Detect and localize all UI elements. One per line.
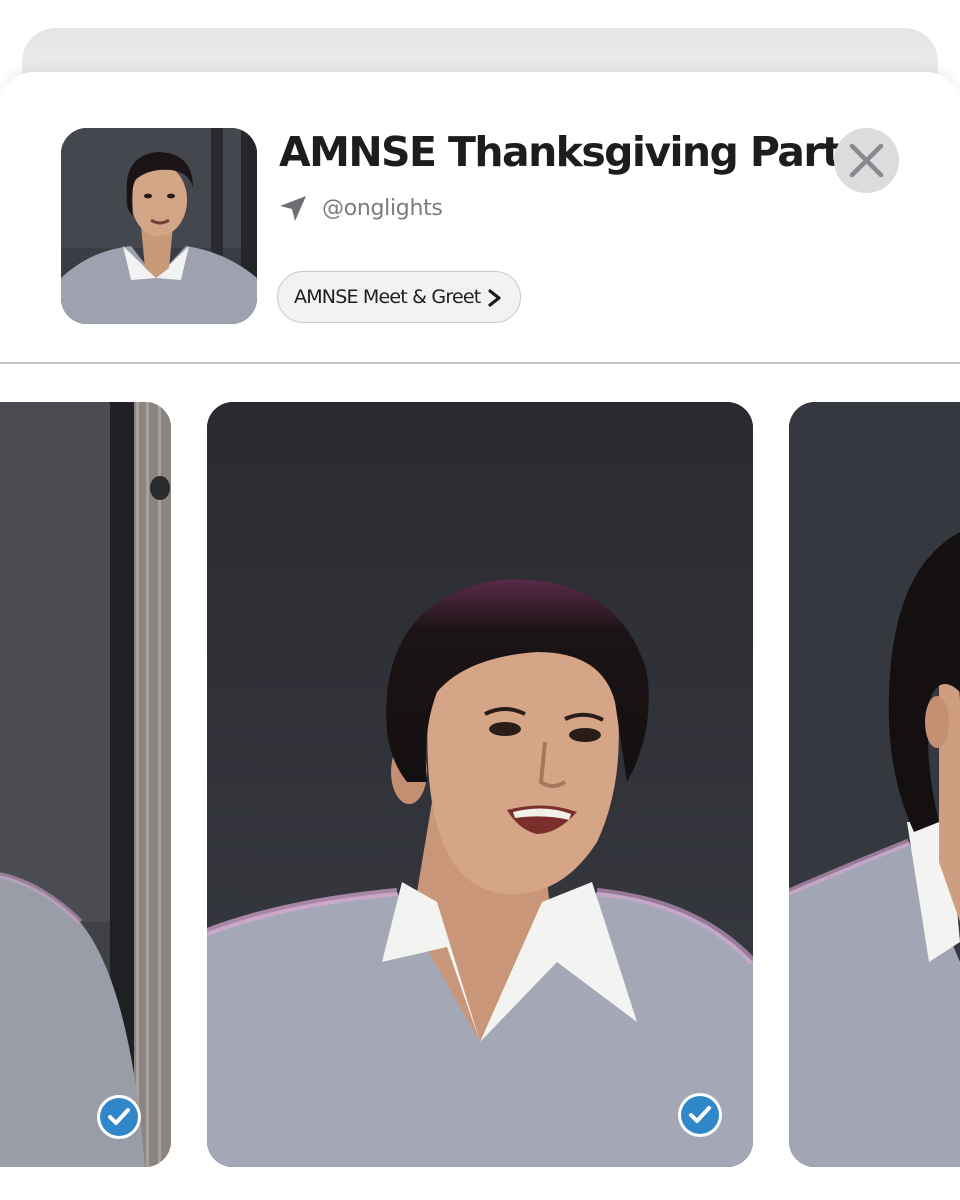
- photo-center-selected-check[interactable]: [677, 1092, 723, 1138]
- close-button[interactable]: [834, 128, 899, 193]
- album-chip-label: AMNSE Meet & Greet: [294, 286, 481, 308]
- creator-handle: @onglights: [322, 195, 443, 221]
- photo-right[interactable]: [789, 402, 960, 1167]
- checkmark-icon: [678, 1093, 722, 1137]
- event-sheet: AMNSE Thanksgiving Party @onglights AMNS…: [0, 72, 960, 1200]
- photo-left[interactable]: [0, 402, 171, 1167]
- event-title: AMNSE Thanksgiving Party: [279, 128, 867, 176]
- event-header: AMNSE Thanksgiving Party @onglights AMNS…: [0, 72, 960, 362]
- album-chip-button[interactable]: AMNSE Meet & Greet: [277, 271, 522, 323]
- chevron-right-icon: [488, 289, 501, 307]
- header-divider: [0, 362, 960, 364]
- page: AMNSE Thanksgiving Party @onglights AMNS…: [0, 0, 960, 1200]
- creator-handle-row[interactable]: @onglights: [278, 192, 443, 224]
- photo-center[interactable]: [207, 402, 753, 1167]
- close-x-icon: [849, 143, 884, 178]
- event-cover-thumbnail[interactable]: [61, 128, 257, 324]
- checkmark-icon: [97, 1095, 141, 1139]
- photo-left-selected-check[interactable]: [96, 1094, 142, 1140]
- send-arrow-icon: [280, 196, 306, 221]
